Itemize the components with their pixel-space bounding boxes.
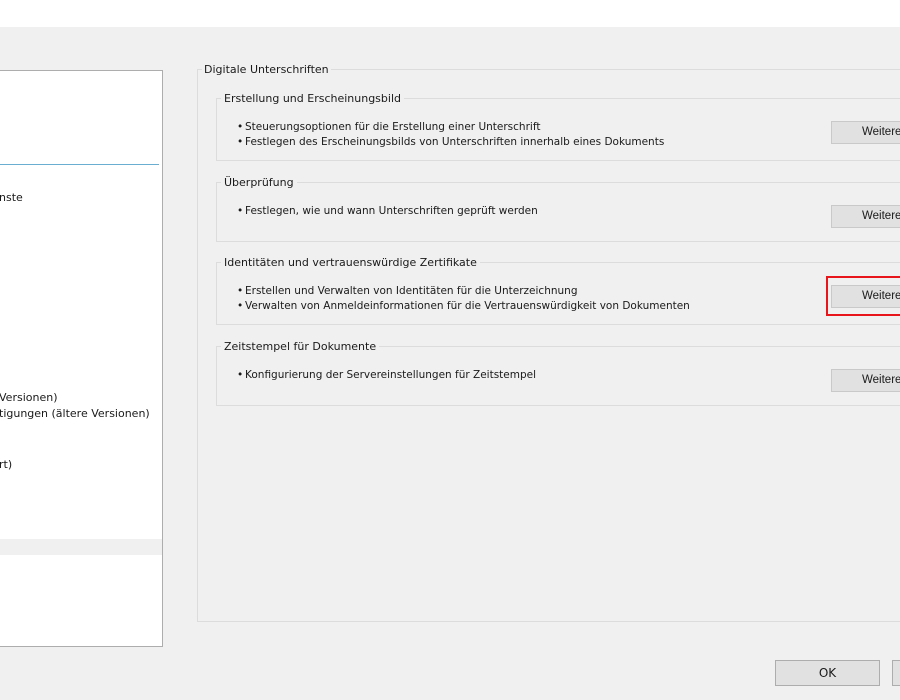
more-button-identities[interactable]: Weitere.. [831, 285, 900, 308]
list-divider [0, 164, 159, 165]
title-bar [0, 0, 900, 27]
cancel-button[interactable] [892, 660, 900, 686]
more-button-creation[interactable]: Weitere.. [831, 121, 900, 144]
category-item[interactable]: Versionen) [0, 391, 57, 404]
selected-category-item[interactable] [0, 539, 162, 555]
category-item[interactable]: rt) [0, 458, 12, 471]
section-title: Digitale Unterschriften [202, 63, 331, 76]
category-item[interactable]: nste [0, 191, 23, 204]
bullet-text: • Festlegen des Erscheinungsbilds von Unt… [237, 136, 665, 148]
more-button-verification[interactable]: Weitere.. [831, 205, 900, 228]
ok-button[interactable]: OK [775, 660, 880, 686]
group-title: Identitäten und vertrauenswürdige Zertif… [221, 256, 480, 269]
bullet-text: • Festlegen, wie und wann Unterschriften … [237, 205, 538, 217]
bullet-text: • Verwalten von Anmeldeinformationen für … [237, 300, 690, 312]
group-title: Erstellung und Erscheinungsbild [221, 92, 404, 105]
group-title: Zeitstempel für Dokumente [221, 340, 380, 353]
group-timestamp: Zeitstempel für Dokumente • Konfigurierun… [216, 340, 900, 406]
bullet-text: • Steuerungsoptionen für die Erstellung e… [237, 121, 541, 133]
group-identities-certificates: Identitäten und vertrauenswürdige Zertif… [216, 256, 900, 325]
category-item[interactable]: tigungen (ältere Versionen) [0, 407, 150, 420]
bullet-text: • Erstellen und Verwalten von Identitäten… [237, 285, 578, 297]
group-title: Überprüfung [221, 176, 297, 189]
more-button-timestamp[interactable]: Weitere.. [831, 369, 900, 392]
group-creation-appearance: Erstellung und Erscheinungsbild • Steueru… [216, 92, 900, 161]
bullet-text: • Konfigurierung der Servereinstellungen … [237, 369, 537, 381]
category-list[interactable]: nste Versionen) tigungen (ältere Version… [0, 70, 163, 647]
group-verification: Überprüfung • Festlegen, wie und wann Unt… [216, 176, 900, 242]
